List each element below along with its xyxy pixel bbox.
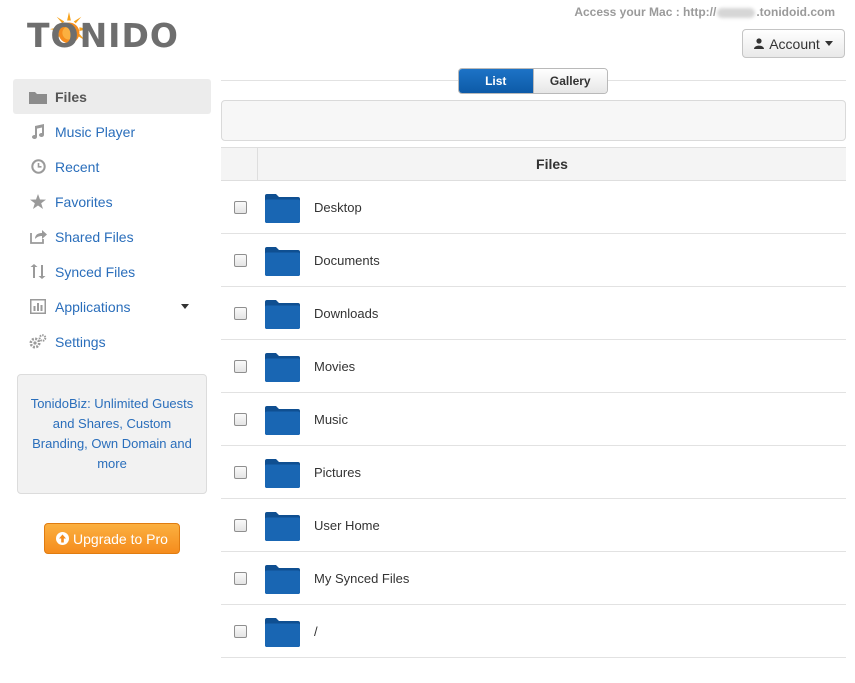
- file-name[interactable]: Documents: [314, 253, 380, 268]
- file-name[interactable]: Desktop: [314, 200, 362, 215]
- redacted-host: [717, 7, 756, 18]
- file-list: Files Desktop Documents Downloads Movies Mus…: [221, 147, 846, 658]
- access-url-prefix: Access your Mac : http://: [574, 5, 717, 19]
- sidebar-item-files[interactable]: Files: [13, 79, 211, 114]
- sidebar-nav: Files Music Player Recent Favorites Shar…: [13, 79, 211, 359]
- sidebar-item-label: Recent: [55, 158, 100, 175]
- sidebar-item-settings[interactable]: Settings: [13, 324, 211, 359]
- file-name[interactable]: My Synced Files: [314, 571, 409, 586]
- files-column-header: Files: [536, 156, 568, 172]
- table-row[interactable]: /: [221, 605, 846, 658]
- promo-text: TonidoBiz: Unlimited Guests and Shares, …: [30, 396, 194, 471]
- upgrade-label: Upgrade to Pro: [73, 530, 168, 547]
- folder-icon: [265, 352, 300, 382]
- table-row[interactable]: My Synced Files: [221, 552, 846, 605]
- file-name[interactable]: Pictures: [314, 465, 361, 480]
- star-icon: [27, 193, 49, 211]
- music-note-icon: [27, 123, 49, 141]
- account-label: Account: [769, 35, 820, 52]
- bar-chart-icon: [27, 298, 49, 316]
- row-checkbox[interactable]: [234, 253, 247, 267]
- arrow-up-circle-icon: [56, 532, 70, 545]
- folder-icon: [265, 193, 300, 223]
- folder-icon: [265, 246, 300, 276]
- folder-icon: [265, 299, 300, 329]
- file-name[interactable]: Music: [314, 412, 348, 427]
- folder-icon: [265, 564, 300, 594]
- upgrade-to-pro-button[interactable]: Upgrade to Pro: [44, 523, 180, 554]
- sidebar-item-label: Synced Files: [55, 263, 136, 280]
- folder-icon: [265, 405, 300, 435]
- chevron-down-icon[interactable]: [181, 304, 189, 309]
- folder-icon: [265, 511, 300, 541]
- sidebar-item-label: Files: [55, 88, 87, 105]
- user-icon: [754, 38, 765, 49]
- file-rows: Desktop Documents Downloads Movies Music Pict…: [221, 181, 846, 658]
- file-name[interactable]: /: [314, 624, 318, 639]
- gears-icon: [27, 333, 49, 351]
- row-checkbox[interactable]: [234, 518, 247, 532]
- table-row[interactable]: Movies: [221, 340, 846, 393]
- access-url-suffix: .tonidoid.com: [756, 5, 835, 19]
- sidebar-item-music-player[interactable]: Music Player: [13, 114, 211, 149]
- gallery-view-button[interactable]: Gallery: [532, 69, 607, 93]
- row-checkbox[interactable]: [234, 624, 247, 638]
- folder-icon: [265, 458, 300, 488]
- table-row[interactable]: Pictures: [221, 446, 846, 499]
- share-icon: [27, 228, 49, 246]
- row-checkbox[interactable]: [234, 571, 247, 585]
- file-name[interactable]: Movies: [314, 359, 355, 374]
- breadcrumb-bar[interactable]: [221, 100, 846, 141]
- sidebar-item-label: Music Player: [55, 123, 136, 140]
- file-name[interactable]: User Home: [314, 518, 380, 533]
- table-row[interactable]: Downloads: [221, 287, 846, 340]
- sidebar-item-shared-files[interactable]: Shared Files: [13, 219, 211, 254]
- table-row[interactable]: Desktop: [221, 181, 846, 234]
- logo-text: TONIDO: [27, 16, 179, 55]
- table-row[interactable]: User Home: [221, 499, 846, 552]
- sidebar-item-synced-files[interactable]: Synced Files: [13, 254, 211, 289]
- row-checkbox[interactable]: [234, 359, 247, 373]
- list-view-button[interactable]: List: [459, 69, 533, 93]
- sidebar-item-label: Shared Files: [55, 228, 134, 245]
- folder-icon: [265, 617, 300, 647]
- sidebar-item-favorites[interactable]: Favorites: [13, 184, 211, 219]
- tonido-logo[interactable]: TONIDO: [27, 10, 179, 55]
- table-row[interactable]: Music: [221, 393, 846, 446]
- row-checkbox[interactable]: [234, 412, 247, 426]
- sidebar-item-label: Favorites: [55, 193, 113, 210]
- folder-icon: [27, 88, 49, 106]
- file-name[interactable]: Downloads: [314, 306, 378, 321]
- view-toggle: List Gallery: [458, 68, 608, 94]
- row-checkbox[interactable]: [234, 200, 247, 214]
- sidebar-item-label: Applications: [55, 298, 131, 315]
- account-button[interactable]: Account: [742, 29, 845, 58]
- sidebar-item-recent[interactable]: Recent: [13, 149, 211, 184]
- chevron-down-icon: [824, 41, 833, 46]
- sidebar-item-label: Settings: [55, 333, 106, 350]
- access-url: Access your Mac : http:// .tonidoid.com: [574, 5, 835, 19]
- sync-icon: [27, 263, 49, 281]
- select-column-header: [221, 148, 258, 180]
- file-list-header: Files: [221, 147, 846, 181]
- tonidobiz-promo[interactable]: TonidoBiz: Unlimited Guests and Shares, …: [17, 374, 207, 494]
- clock-icon: [27, 158, 49, 176]
- row-checkbox[interactable]: [234, 306, 247, 320]
- table-row[interactable]: Documents: [221, 234, 846, 287]
- row-checkbox[interactable]: [234, 465, 247, 479]
- sidebar-item-applications[interactable]: Applications: [13, 289, 211, 324]
